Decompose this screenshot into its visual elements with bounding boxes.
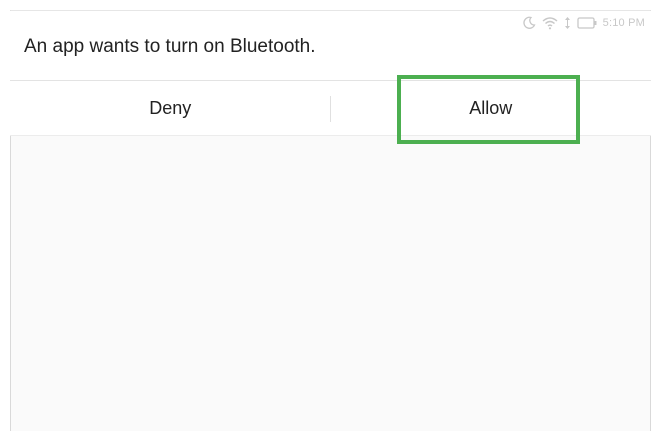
data-arrows-icon — [564, 16, 571, 30]
status-time: 5:10 PM — [602, 17, 645, 29]
battery-icon — [576, 17, 597, 29]
dialog-title: An app wants to turn on Bluetooth. — [24, 36, 316, 57]
deny-button[interactable]: Deny — [10, 81, 331, 135]
wifi-icon — [542, 16, 558, 30]
screen: An app wants to turn on Bluetooth. 5:10 … — [0, 0, 661, 431]
dialog-button-row: Deny Allow — [10, 81, 651, 136]
status-bar: 5:10 PM — [522, 14, 645, 32]
moon-icon — [522, 16, 536, 30]
allow-button[interactable]: Allow — [331, 81, 652, 135]
